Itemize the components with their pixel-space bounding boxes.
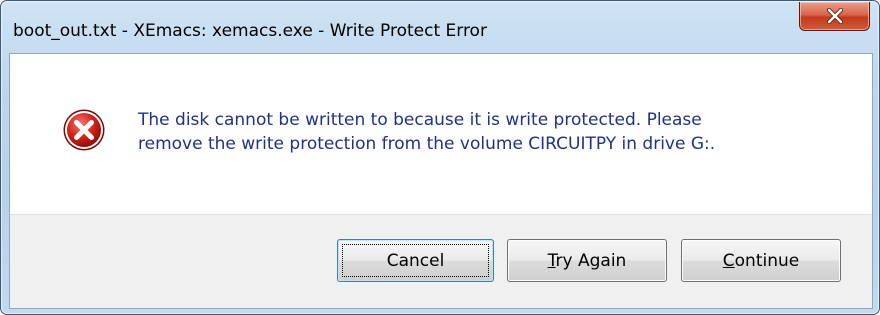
error-message-line-2: remove the write protection from the vol…	[138, 134, 716, 154]
error-message: The disk cannot be written to because it…	[138, 108, 715, 156]
try-again-mnemonic: T	[547, 250, 556, 271]
title-bar[interactable]: boot_out.txt - XEmacs: xemacs.exe - Writ…	[1, 1, 879, 53]
try-again-label-rest: ry Again	[555, 250, 627, 271]
cancel-button[interactable]: Cancel	[337, 239, 494, 282]
button-bar: Cancel Try Again Continue	[10, 214, 872, 308]
continue-label-rest: ontinue	[734, 250, 800, 271]
try-again-button[interactable]: Try Again	[507, 239, 667, 282]
continue-button-label: Continue	[723, 251, 799, 271]
dialog-window: boot_out.txt - XEmacs: xemacs.exe - Writ…	[0, 0, 880, 315]
error-icon	[63, 109, 105, 151]
close-button[interactable]	[799, 2, 870, 31]
try-again-button-label: Try Again	[548, 251, 627, 271]
continue-mnemonic: C	[722, 250, 735, 271]
window-title: boot_out.txt - XEmacs: xemacs.exe - Writ…	[13, 21, 487, 41]
cancel-button-label: Cancel	[386, 250, 445, 271]
continue-button[interactable]: Continue	[681, 239, 841, 282]
close-icon	[826, 8, 843, 24]
message-area: The disk cannot be written to because it…	[10, 54, 872, 214]
error-message-line-1: The disk cannot be written to because it…	[138, 110, 702, 130]
dialog-client-area: The disk cannot be written to because it…	[9, 53, 873, 309]
